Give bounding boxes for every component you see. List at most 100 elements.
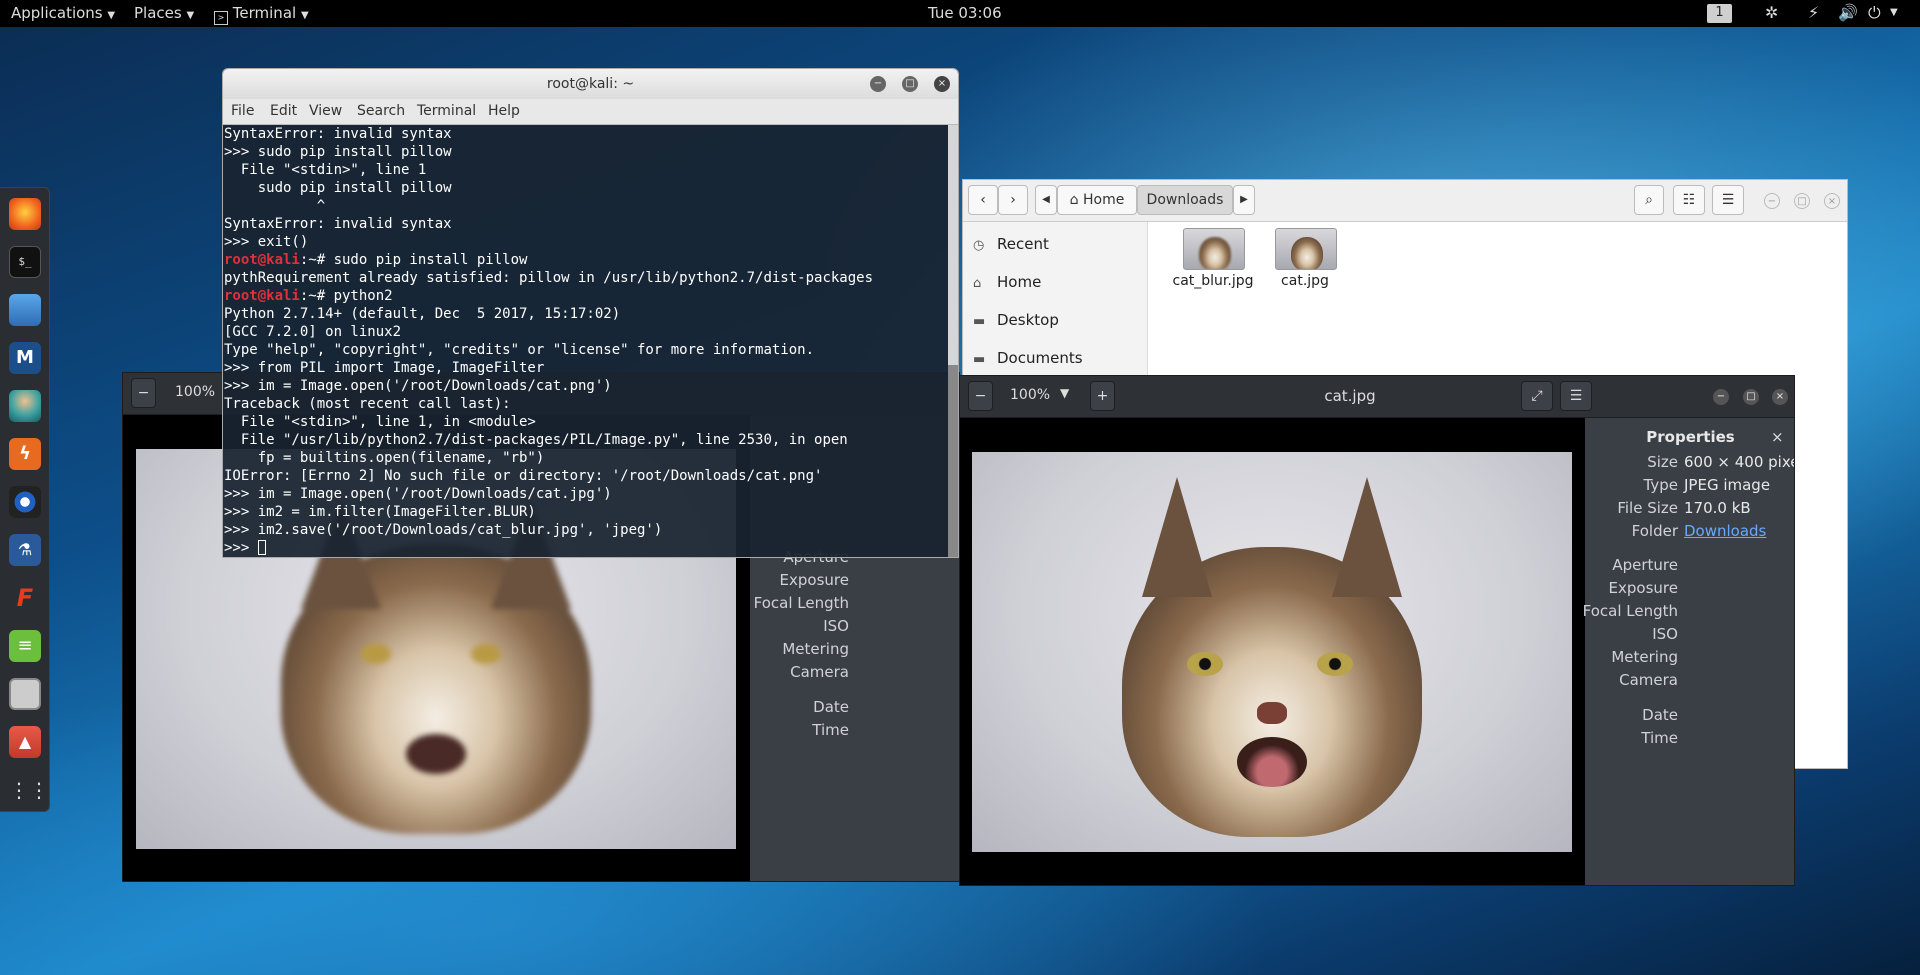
maximize-button[interactable]: □ bbox=[1743, 389, 1759, 405]
shell-prompt: root@kali bbox=[224, 252, 300, 268]
chevron-down-icon: ▼ bbox=[300, 10, 309, 21]
files-icon[interactable] bbox=[9, 294, 41, 326]
network-icon[interactable]: ⚡ bbox=[1808, 0, 1819, 27]
firefox-icon[interactable] bbox=[9, 198, 41, 230]
chevron-down-icon[interactable]: ▼ bbox=[1060, 386, 1069, 400]
maltego-icon[interactable] bbox=[9, 486, 41, 518]
terminal-line: >>> exit() bbox=[224, 233, 947, 251]
power-icon[interactable]: ⏻ bbox=[1868, 0, 1881, 27]
zoom-level[interactable]: 100% bbox=[175, 384, 215, 400]
sidebar-item-documents[interactable]: ▬ Documents bbox=[973, 346, 1083, 370]
file-item[interactable]: cat.jpg bbox=[1255, 228, 1355, 308]
show-apps-icon[interactable]: ⋮⋮ bbox=[9, 774, 49, 806]
minimize-button[interactable]: − bbox=[870, 76, 886, 92]
zoom-level[interactable]: 100% bbox=[1010, 387, 1050, 403]
workspace-indicator[interactable]: 1 bbox=[1707, 4, 1732, 23]
sidebar-item-home[interactable]: ⌂ Home bbox=[973, 270, 1041, 294]
zoom-in-button[interactable]: + bbox=[1090, 381, 1115, 411]
menu-edit[interactable]: Edit bbox=[270, 103, 297, 119]
terminal-output[interactable]: SyntaxError: invalid syntax >>> sudo pip … bbox=[224, 125, 947, 557]
metasploit-icon[interactable]: M bbox=[9, 342, 41, 374]
close-button[interactable]: × bbox=[1772, 389, 1788, 405]
zoom-out-button[interactable]: − bbox=[131, 378, 156, 408]
chevron-down-icon[interactable]: ▼ bbox=[1890, 0, 1898, 27]
line-text: [GCC 7.2.0] on linux2 bbox=[224, 324, 402, 340]
menu-terminal[interactable]: Terminal bbox=[417, 103, 476, 119]
terminal-line: >>> im = Image.open('/root/Downloads/cat… bbox=[224, 377, 947, 395]
cat-photo bbox=[972, 452, 1572, 852]
hamburger-icon: ☰ bbox=[1721, 192, 1735, 208]
close-button[interactable]: × bbox=[934, 76, 950, 92]
prop-label: Folder bbox=[1631, 522, 1678, 540]
list-view-icon: ☷ bbox=[1682, 192, 1696, 208]
terminal-window[interactable]: root@kali: ~ − □ × File Edit View Search… bbox=[222, 68, 959, 558]
beef-icon[interactable]: ⚗ bbox=[9, 534, 41, 566]
prop-value: 600 × 400 pixels bbox=[1684, 453, 1794, 471]
line-text: sudo pip install pillow bbox=[224, 180, 452, 196]
volume-icon[interactable]: 🔊 bbox=[1838, 0, 1858, 27]
line-text: >>> im = Image.open('/root/Downloads/cat… bbox=[224, 486, 612, 502]
path-downloads-button[interactable]: Downloads bbox=[1137, 185, 1233, 215]
file-name: cat_blur.jpg bbox=[1172, 273, 1254, 289]
menu-search[interactable]: Search bbox=[357, 103, 405, 119]
terminal-icon[interactable]: $_ bbox=[9, 246, 41, 278]
view-toggle-button[interactable]: ☷ bbox=[1673, 185, 1705, 215]
path-home-button[interactable]: ⌂ Home bbox=[1057, 185, 1137, 215]
faraday-icon[interactable]: F bbox=[9, 582, 41, 614]
scrollbar-thumb[interactable] bbox=[948, 365, 958, 557]
places-menu[interactable]: Places ▼ bbox=[134, 0, 194, 27]
menu-button[interactable]: ☰ bbox=[1712, 185, 1744, 215]
zoom-out-button[interactable]: − bbox=[968, 381, 993, 411]
menu-file[interactable]: File bbox=[231, 103, 254, 119]
folder-link[interactable]: Downloads bbox=[1684, 520, 1766, 542]
maximize-button[interactable]: □ bbox=[902, 76, 918, 92]
top-bar: Applications ▼ Places ▼ > Terminal ▼ Tue… bbox=[0, 0, 1920, 27]
maximize-button[interactable]: □ bbox=[1794, 193, 1810, 209]
line-text: SyntaxError: invalid syntax bbox=[224, 126, 452, 142]
window-title: root@kali: ~ bbox=[546, 76, 635, 92]
line-text: Type "help", "copyright", "credits" or "… bbox=[224, 342, 815, 358]
header-bar: − 100% ▼ + cat.jpg ⤢ ☰ − □ × bbox=[960, 376, 1794, 418]
image-thumbnail bbox=[1275, 228, 1337, 270]
menu-help[interactable]: Help bbox=[488, 103, 520, 119]
terminal-line: >>> bbox=[224, 539, 947, 557]
image-viewer-icon[interactable]: ▲ bbox=[9, 726, 41, 758]
close-button[interactable]: × bbox=[1824, 193, 1840, 209]
applet-icon[interactable]: ✲ bbox=[1765, 0, 1778, 27]
leafpad-icon[interactable]: ≡ bbox=[9, 630, 41, 662]
terminal-line: SyntaxError: invalid syntax bbox=[224, 125, 947, 143]
terminal-app-menu[interactable]: > Terminal ▼ bbox=[214, 0, 309, 27]
applications-menu[interactable]: Applications ▼ bbox=[11, 0, 115, 27]
minimize-button[interactable]: − bbox=[1713, 389, 1729, 405]
armitage-icon[interactable] bbox=[9, 390, 41, 422]
image-viewer-window[interactable]: − 100% ▼ + cat.jpg ⤢ ☰ − □ × Properties … bbox=[959, 375, 1795, 886]
fullscreen-icon: ⤢ bbox=[1531, 388, 1543, 404]
cherrytree-icon[interactable] bbox=[9, 678, 41, 710]
clock[interactable]: Tue 03:06 bbox=[928, 0, 1002, 27]
line-text: Traceback (most recent call last): bbox=[224, 396, 511, 412]
close-icon[interactable]: × bbox=[1771, 428, 1784, 446]
search-button[interactable]: ⌕ bbox=[1634, 185, 1664, 215]
image-canvas[interactable] bbox=[960, 418, 1585, 885]
scrollbar[interactable] bbox=[948, 125, 958, 557]
burpsuite-icon[interactable]: ϟ bbox=[9, 438, 41, 470]
path-right-button[interactable]: ▶ bbox=[1233, 185, 1255, 215]
path-left-button[interactable]: ◀ bbox=[1035, 185, 1057, 215]
prop-value: 170.0 kB bbox=[1684, 499, 1751, 517]
terminal-line: SyntaxError: invalid syntax bbox=[224, 215, 947, 233]
line-text: :~# python2 bbox=[299, 288, 393, 304]
menu-view[interactable]: View bbox=[309, 103, 342, 119]
sidebar-item-desktop[interactable]: ▬ Desktop bbox=[973, 308, 1059, 332]
terminal-line: sudo pip install pillow bbox=[224, 179, 947, 197]
menu-button[interactable]: ☰ bbox=[1560, 381, 1592, 411]
fullscreen-button[interactable]: ⤢ bbox=[1521, 381, 1553, 411]
minimize-button[interactable]: − bbox=[1764, 193, 1780, 209]
prop-label: ISO bbox=[823, 617, 849, 635]
back-button[interactable]: ‹ bbox=[968, 185, 998, 215]
prop-label: Focal Length bbox=[753, 594, 849, 612]
forward-button[interactable]: › bbox=[998, 185, 1028, 215]
home-icon: ⌂ bbox=[1069, 192, 1079, 208]
sidebar-item-label: Recent bbox=[997, 235, 1049, 253]
file-item[interactable]: cat_blur.jpg bbox=[1163, 228, 1263, 308]
sidebar-item-recent[interactable]: ◷ Recent bbox=[973, 232, 1049, 256]
